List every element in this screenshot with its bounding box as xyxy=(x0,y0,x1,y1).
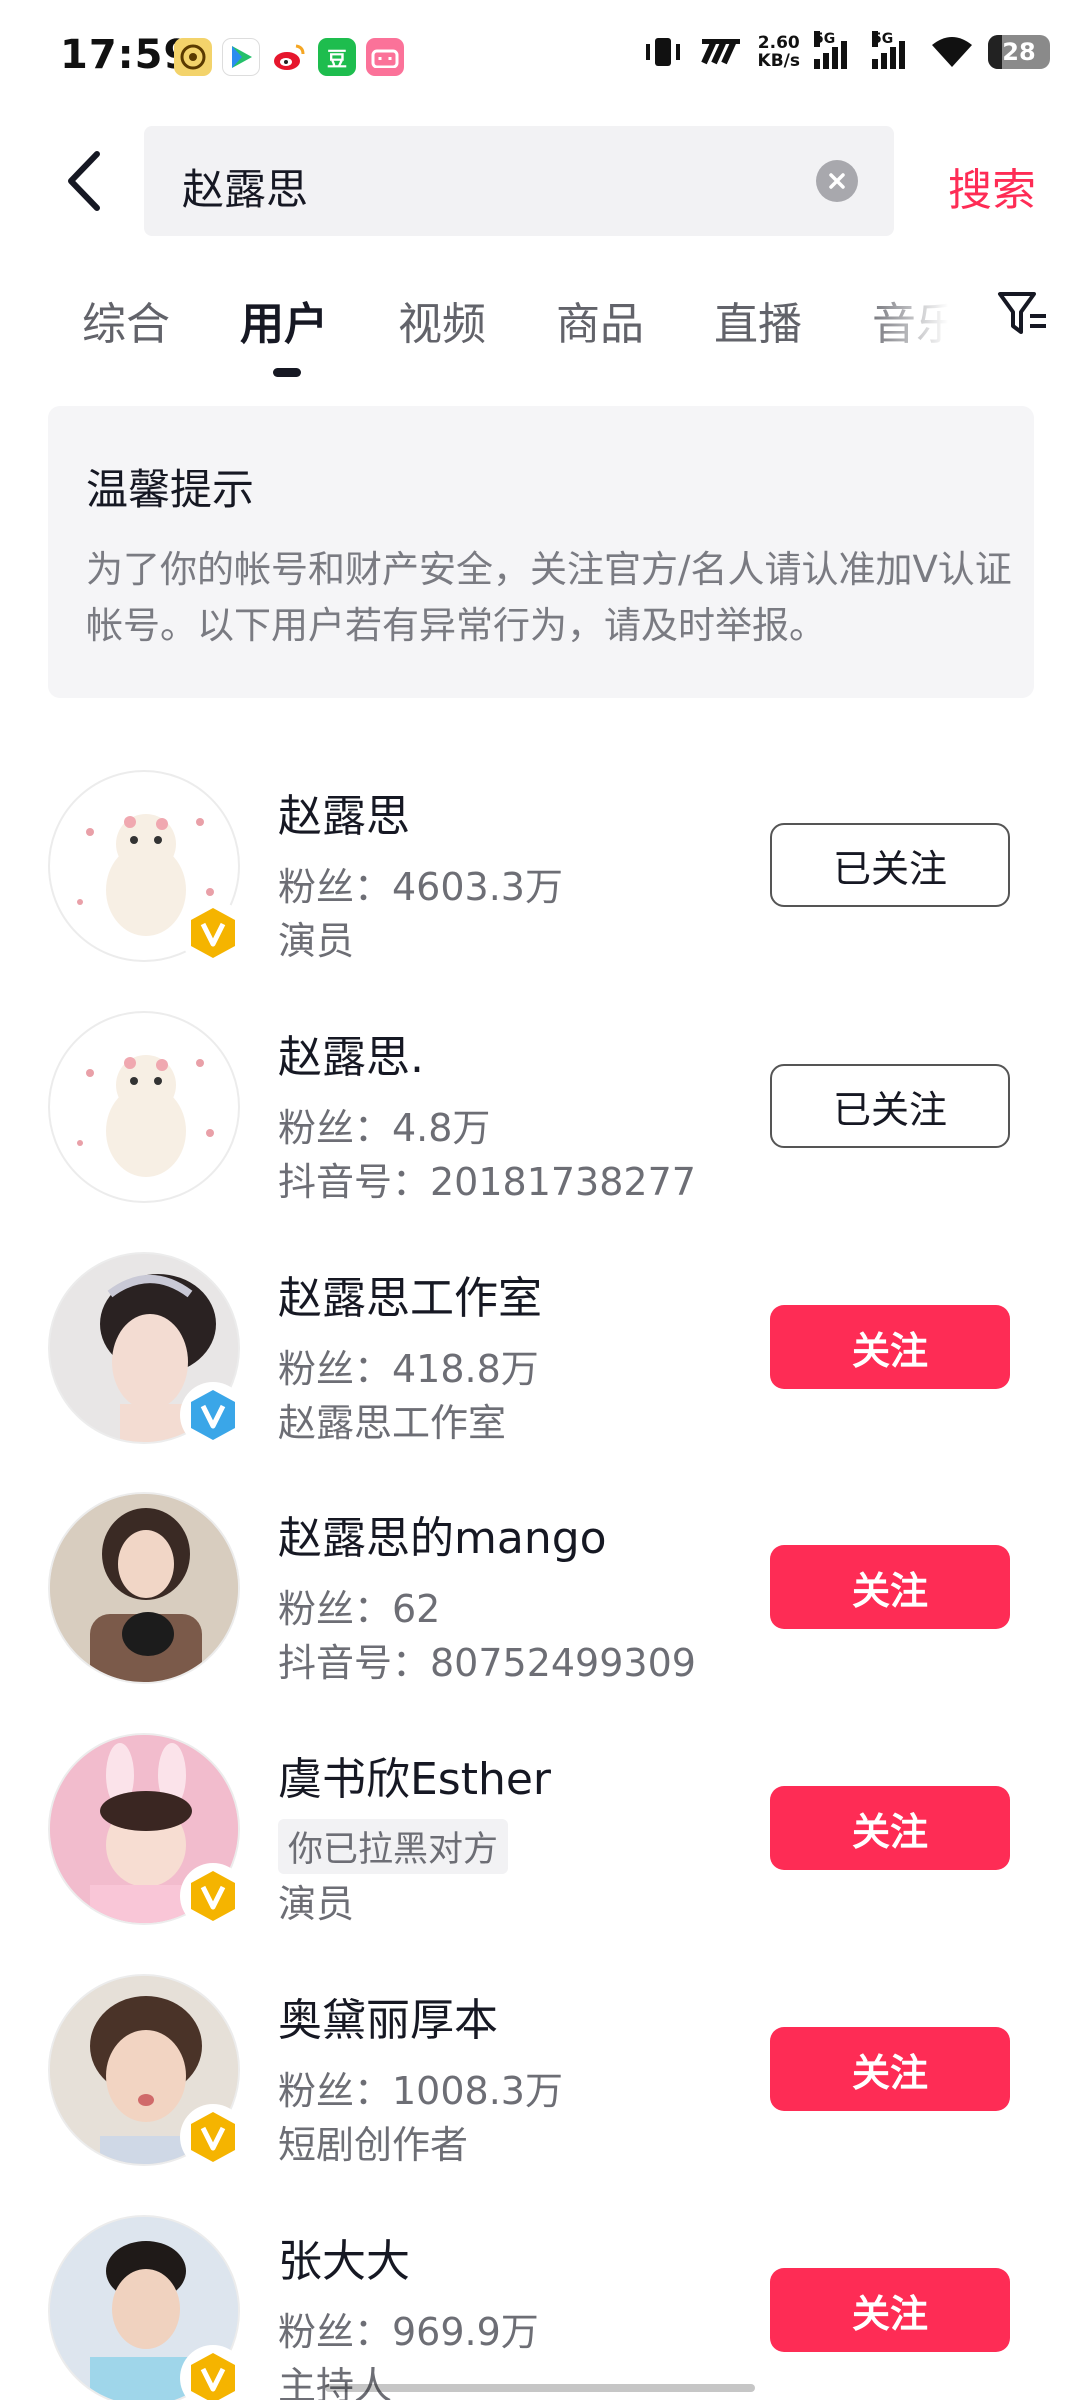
verified-gold-badge xyxy=(180,1863,246,1929)
notice-title: 温馨提示 xyxy=(86,465,255,514)
user-item[interactable]: 赵露思工作室 粉丝：418.8万 赵露思工作室 关注 xyxy=(0,1252,1080,1492)
weibo-icon xyxy=(270,38,308,76)
status-time: 17:59 xyxy=(60,32,193,78)
white-puppy-avatar[interactable] xyxy=(48,1011,240,1203)
user-description: 赵露思工作室 xyxy=(278,1401,507,1445)
user-douyin-id: 抖音号：80752499309 xyxy=(278,1641,696,1685)
notice-body: 为了你的帐号和财产安全，关注官方/名人请认准加V认证帐号。以下用户若有异常行为，… xyxy=(86,548,1012,647)
user-douyin-id: 抖音号：20181738277 xyxy=(278,1160,696,1204)
back-button[interactable] xyxy=(48,146,118,216)
user-item[interactable]: 赵露思 粉丝：4603.3万 演员 已关注 xyxy=(0,770,1080,1010)
tab-fade xyxy=(860,270,970,370)
follow-button[interactable]: 关注 xyxy=(770,1545,1010,1629)
user-description: 主持人 xyxy=(278,2364,393,2400)
tab-overall[interactable]: 综合 xyxy=(82,288,170,352)
search-header: 赵露思 搜索 xyxy=(0,116,1080,246)
following-button[interactable]: 已关注 xyxy=(770,1064,1010,1148)
user-name: 赵露思. xyxy=(278,1032,424,1083)
follow-button[interactable]: 关注 xyxy=(770,1786,1010,1870)
user-name: 赵露思的mango xyxy=(278,1513,607,1564)
follow-button[interactable]: 关注 xyxy=(770,1305,1010,1389)
user-fans: 粉丝：1008.3万 xyxy=(278,2069,563,2113)
user-fans: 粉丝：4.8万 xyxy=(278,1106,491,1150)
active-tab-indicator xyxy=(273,368,301,377)
user-item[interactable]: 赵露思. 粉丝：4.8万 抖音号：20181738277 已关注 xyxy=(0,1011,1080,1251)
user-item[interactable]: 张大大 粉丝：969.9万 主持人 关注 xyxy=(0,2215,1080,2400)
verified-gold-badge xyxy=(180,2345,246,2400)
mobile-data-icon xyxy=(700,39,740,65)
vibrate-icon xyxy=(645,38,680,66)
tab-videos[interactable]: 视频 xyxy=(398,288,486,352)
user-fans: 粉丝：969.9万 xyxy=(278,2310,539,2354)
blocked-tag: 你已拉黑对方 xyxy=(278,1819,509,1874)
filter-icon[interactable] xyxy=(994,286,1054,346)
search-query: 赵露思 xyxy=(182,165,309,214)
net-speed: 2.60 KB/s xyxy=(757,33,800,71)
video-app-icon xyxy=(222,38,260,76)
wallet-icon xyxy=(174,38,212,76)
user-description: 短剧创作者 xyxy=(278,2123,469,2167)
verified-gold-badge xyxy=(180,2104,246,2170)
tab-products[interactable]: 商品 xyxy=(556,288,644,352)
verified-blue-badge xyxy=(180,1382,246,1448)
user-description: 演员 xyxy=(278,919,355,963)
bilibili-icon xyxy=(366,38,404,76)
signal-icon: 5G xyxy=(872,31,916,69)
user-name: 张大大 xyxy=(278,2236,410,2287)
user-name: 赵露思工作室 xyxy=(278,1273,542,1324)
tab-users[interactable]: 用户 xyxy=(240,288,328,352)
close-icon xyxy=(829,173,845,189)
user-fans: 粉丝：4603.3万 xyxy=(278,865,563,909)
user-name: 奥黛丽厚本 xyxy=(278,1995,498,2046)
following-button[interactable]: 已关注 xyxy=(770,823,1010,907)
chevron-left-icon xyxy=(68,151,100,211)
status-bar: 17:59 豆 2.60 KB/s 5G 5G 28 xyxy=(0,0,1080,116)
verified-gold-badge xyxy=(180,900,246,966)
safety-notice: 温馨提示 为了你的帐号和财产安全，关注官方/名人请认准加V认证帐号。以下用户若有… xyxy=(48,406,1034,698)
result-tabs: 综合 用户 视频 商品 直播 音乐 xyxy=(0,270,1080,380)
follow-button[interactable]: 关注 xyxy=(770,2027,1010,2111)
system-status-icons: 2.60 KB/s 5G 5G 28 xyxy=(640,31,1050,71)
user-description: 演员 xyxy=(278,1882,355,1926)
user-name: 虞书欣Esther xyxy=(278,1754,552,1805)
user-item[interactable]: 虞书欣Esther 你已拉黑对方 演员 关注 xyxy=(0,1733,1080,1973)
user-item[interactable]: 赵露思的mango 粉丝：62 抖音号：80752499309 关注 xyxy=(0,1492,1080,1732)
search-input[interactable]: 赵露思 xyxy=(144,126,894,236)
signal-icon: 5G xyxy=(814,31,858,69)
tab-live[interactable]: 直播 xyxy=(714,288,802,352)
user-name: 赵露思 xyxy=(278,791,410,842)
search-button[interactable]: 搜索 xyxy=(948,154,1036,218)
battery-icon: 28 xyxy=(988,35,1050,69)
wifi-icon xyxy=(932,37,972,67)
follow-button[interactable]: 关注 xyxy=(770,2268,1010,2352)
user-fans: 粉丝：418.8万 xyxy=(278,1347,539,1391)
girl-with-dog-avatar[interactable] xyxy=(48,1492,240,1684)
user-item[interactable]: 奥黛丽厚本 粉丝：1008.3万 短剧创作者 关注 xyxy=(0,1974,1080,2214)
clear-search-button[interactable] xyxy=(816,160,858,202)
douban-icon: 豆 xyxy=(318,38,356,76)
blocked-status: 你已拉黑对方 xyxy=(278,1819,509,1874)
notification-app-icons: 豆 xyxy=(174,38,404,76)
home-indicator[interactable] xyxy=(325,2384,755,2392)
user-fans: 粉丝：62 xyxy=(278,1587,441,1631)
